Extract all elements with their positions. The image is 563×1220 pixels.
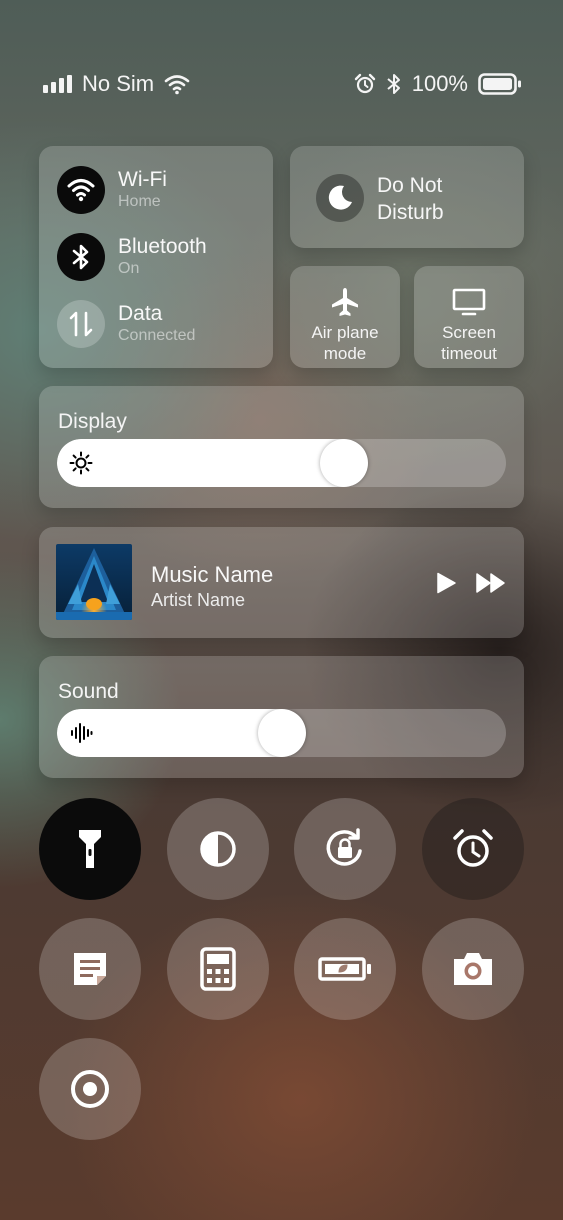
display-panel: Display (39, 386, 524, 508)
flashlight-icon (79, 830, 101, 868)
brightness-slider[interactable] (57, 439, 506, 487)
battery-saver-icon (318, 957, 371, 981)
alarm-icon (354, 73, 375, 94)
wifi-subtitle: Home (118, 193, 161, 210)
record-icon (71, 1070, 109, 1108)
album-art[interactable] (56, 544, 132, 620)
monitor-icon (414, 286, 524, 318)
brightness-icon (69, 451, 93, 475)
volume-slider-handle[interactable] (257, 709, 306, 757)
data-toggle[interactable]: Data Connected (57, 300, 195, 348)
rotation-lock-icon (326, 828, 362, 866)
bluetooth-icon (387, 74, 400, 94)
status-bar: No Sim 100% (43, 70, 522, 98)
data-title: Data (118, 302, 163, 325)
play-icon[interactable] (435, 571, 457, 595)
track-name: Music Name (151, 562, 274, 587)
rotation-lock-toggle[interactable] (294, 798, 396, 900)
bluetooth-title: Bluetooth (118, 235, 207, 258)
carrier-label: No Sim (82, 71, 155, 96)
signal-icon (43, 75, 72, 93)
brightness-slider-handle[interactable] (320, 439, 369, 487)
alarm-icon (453, 829, 493, 867)
data-subtitle: Connected (118, 327, 196, 344)
do-not-disturb-label: Do Not Disturb (377, 174, 444, 224)
calculator-icon (200, 947, 236, 991)
wifi-icon (164, 75, 190, 95)
status-right: 100% (354, 70, 522, 98)
calculator-toggle[interactable] (167, 918, 269, 1020)
notes-toggle[interactable] (39, 918, 141, 1020)
camera-icon (454, 953, 492, 985)
next-icon[interactable] (475, 571, 507, 595)
status-left: No Sim (43, 70, 190, 98)
notes-icon (74, 953, 106, 985)
screen-record-toggle[interactable] (39, 1038, 141, 1140)
contrast-icon (200, 831, 236, 867)
flashlight-toggle[interactable] (39, 798, 141, 900)
media-player: Music Name Artist Name (39, 527, 524, 638)
sound-panel: Sound (39, 656, 524, 778)
battery-icon (478, 73, 521, 95)
camera-toggle[interactable] (422, 918, 524, 1020)
sound-label: Sound (58, 680, 119, 703)
wifi-toggle[interactable]: Wi-Fi Home (57, 166, 167, 214)
battery-saver-toggle[interactable] (294, 918, 396, 1020)
display-label: Display (58, 410, 127, 433)
artist-name: Artist Name (151, 590, 246, 610)
alarm-toggle[interactable] (422, 798, 524, 900)
volume-slider[interactable] (57, 709, 506, 757)
airplane-mode-button[interactable]: Air plane mode (290, 266, 400, 368)
bluetooth-icon (57, 233, 105, 281)
battery-percent: 100% (411, 71, 468, 96)
airplane-icon (290, 286, 400, 318)
screen-timeout-label: Screen timeout (441, 323, 497, 363)
brightness-fill (57, 439, 345, 487)
contrast-toggle[interactable] (167, 798, 269, 900)
airplane-mode-label: Air plane mode (311, 323, 379, 363)
sound-wave-icon (71, 723, 93, 743)
connectivity-panel: Wi-Fi Home Bluetooth On Data Connected (39, 146, 273, 368)
bluetooth-toggle[interactable]: Bluetooth On (57, 233, 207, 281)
data-arrows-icon (57, 300, 105, 348)
do-not-disturb-button[interactable]: Do Not Disturb (290, 146, 524, 248)
wifi-title: Wi-Fi (118, 168, 167, 191)
screen-timeout-button[interactable]: Screen timeout (414, 266, 524, 368)
wifi-icon (57, 166, 105, 214)
moon-icon (316, 174, 364, 222)
bluetooth-subtitle: On (118, 260, 140, 277)
